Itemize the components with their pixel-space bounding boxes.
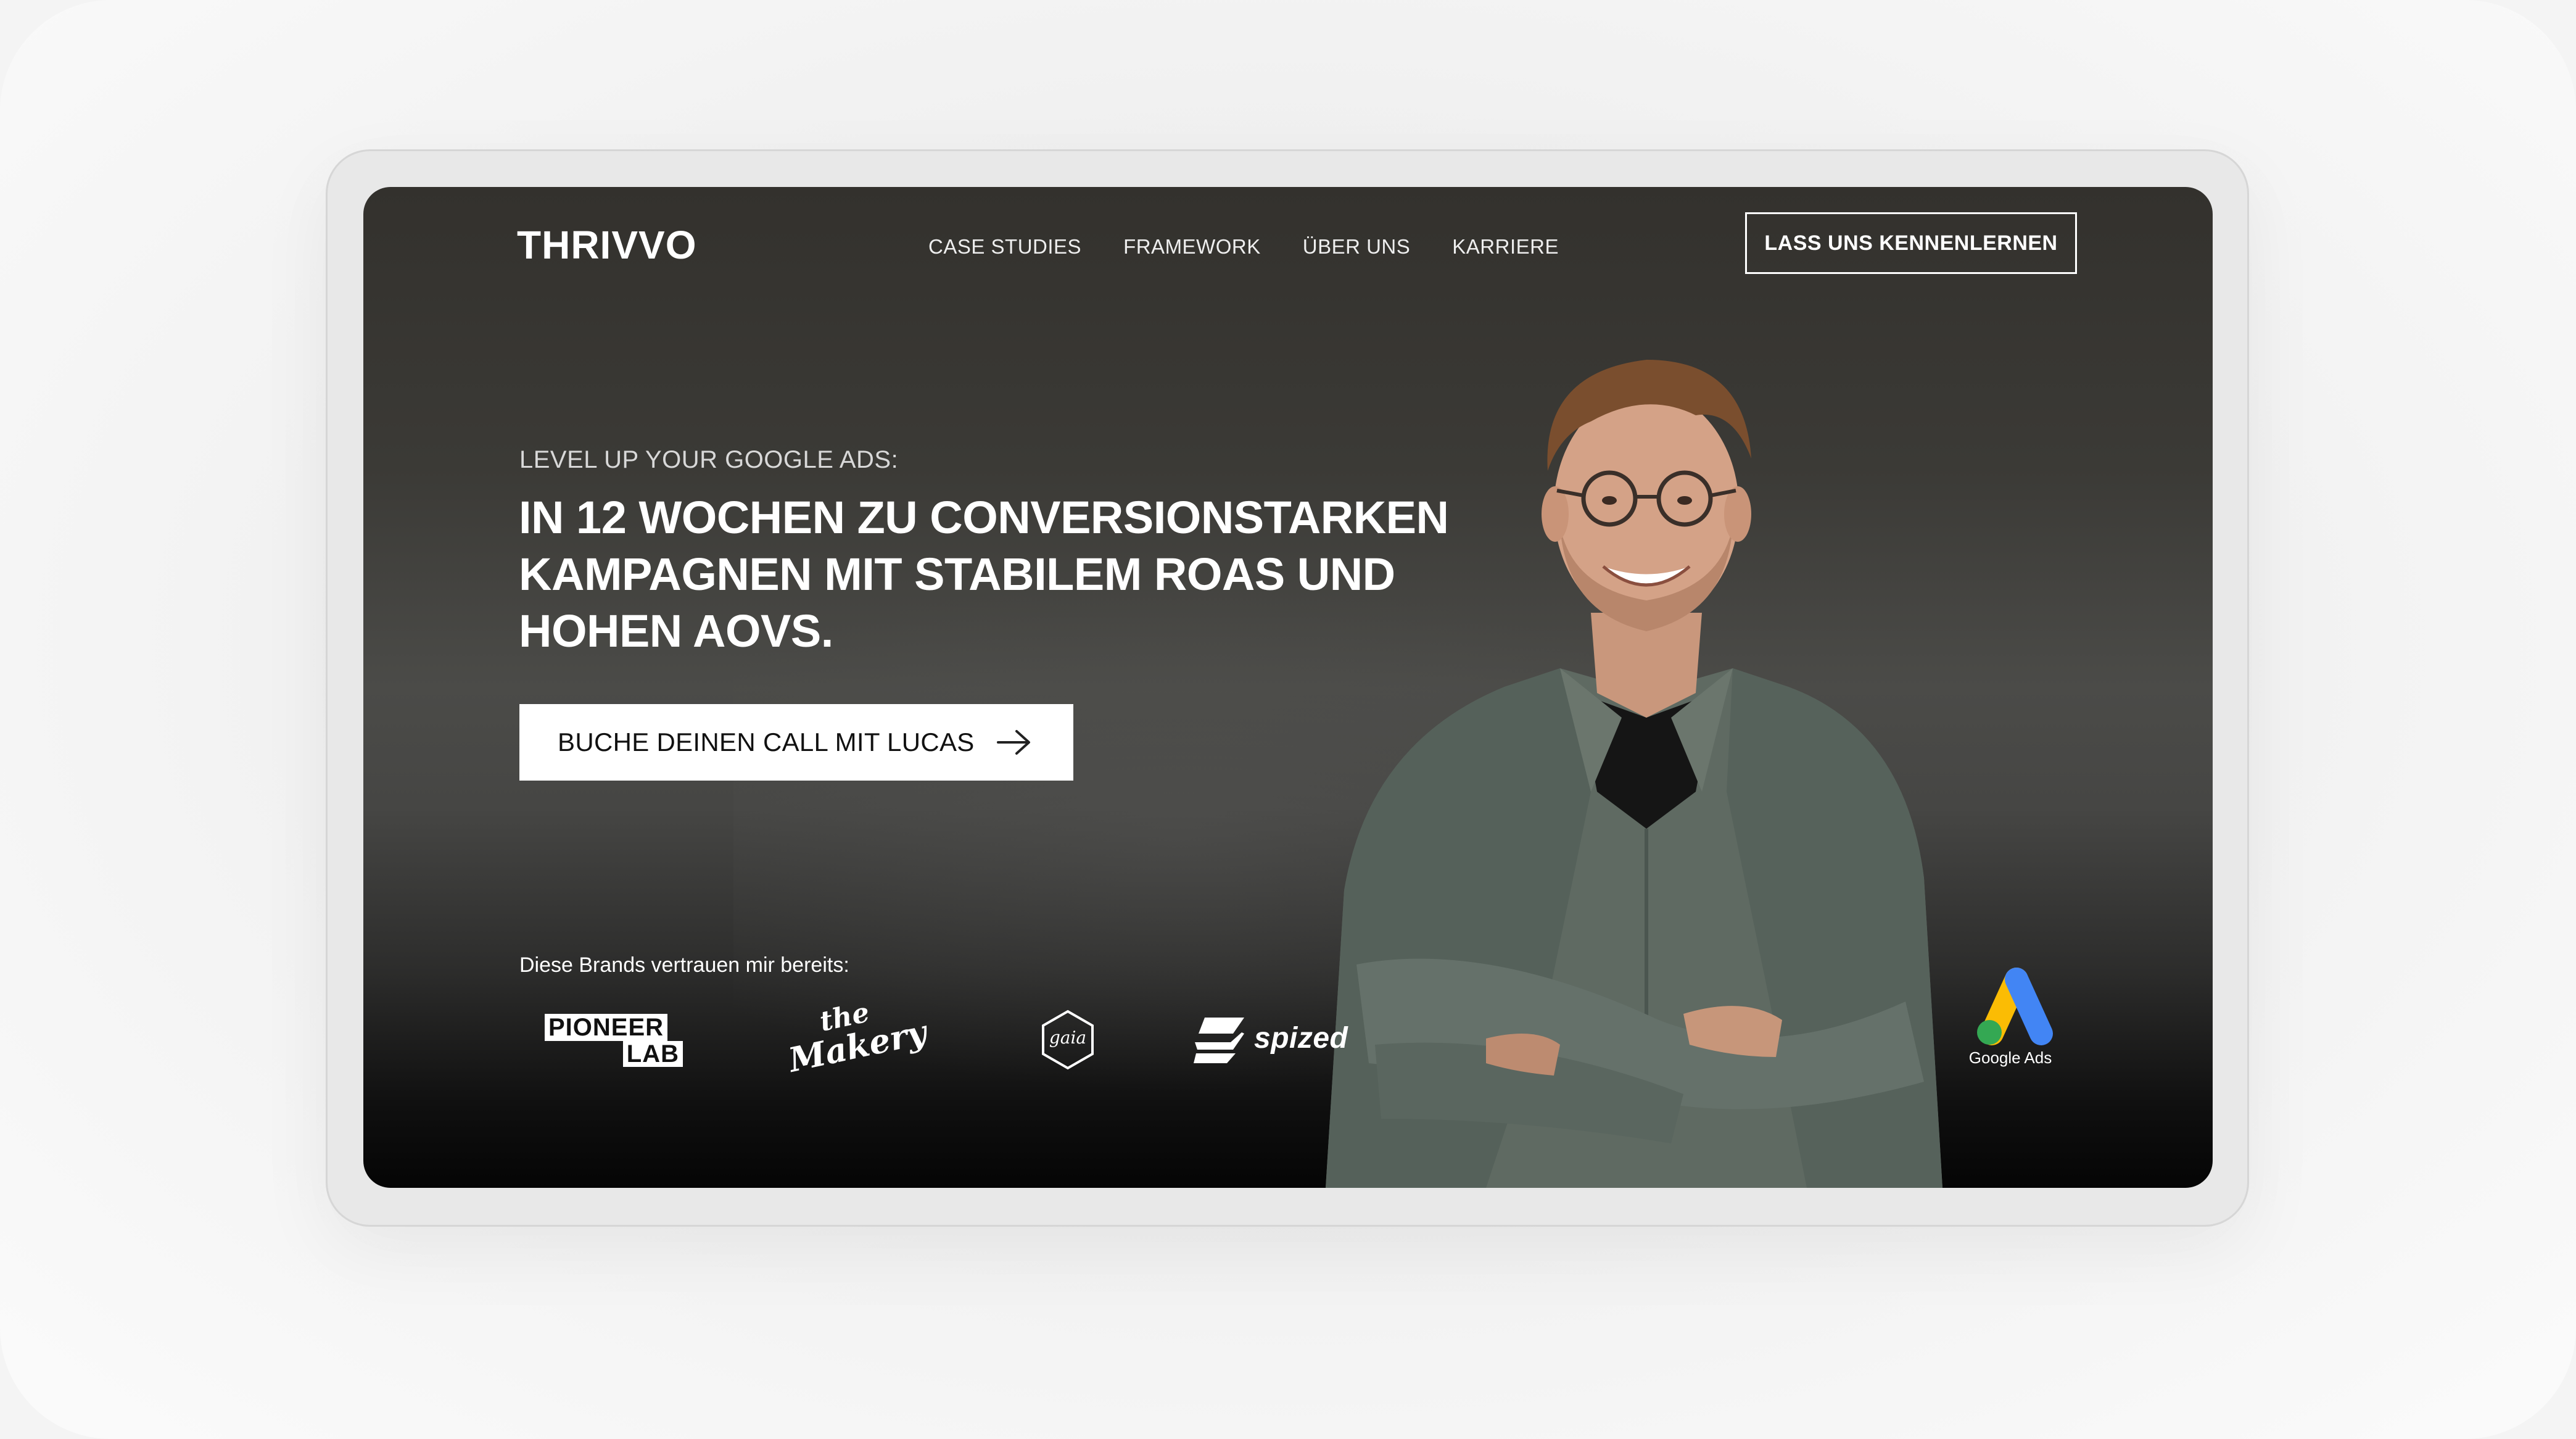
- contact-cta-button[interactable]: LASS UNS KENNENLERNEN: [1745, 212, 2077, 274]
- nav-item-case-studies[interactable]: CASE STUDIES: [928, 231, 1081, 262]
- nav-item-karriere[interactable]: KARRIERE: [1452, 231, 1559, 262]
- headline-line: KAMPAGNEN MIT STABILEM ROAS UND: [519, 549, 1395, 600]
- spized-logo: spized: [1192, 1015, 1359, 1064]
- book-call-label: BUCHE DEINEN CALL MIT LUCAS: [558, 728, 975, 757]
- spized-mark-icon: [1194, 1018, 1244, 1063]
- book-call-button[interactable]: BUCHE DEINEN CALL MIT LUCAS: [519, 704, 1073, 781]
- brands-label: Diese Brands vertrauen mir bereits:: [519, 953, 849, 977]
- nav-item-ueber-uns[interactable]: ÜBER UNS: [1303, 231, 1411, 262]
- pioneer-lab-logo: PIONEER LAB: [545, 1014, 683, 1068]
- google-ads-icon: [1977, 968, 2053, 1045]
- website-screen: THRIVVO CASE STUDIES FRAMEWORK ÜBER UNS …: [363, 187, 2213, 1188]
- person-photo: [1326, 360, 1942, 1188]
- arrow-right-icon: [997, 730, 1030, 755]
- main-nav: CASE STUDIES FRAMEWORK ÜBER UNS KARRIERE: [928, 231, 1601, 262]
- the-makery-logo: the Makery: [785, 997, 930, 1080]
- hero-headline: IN 12 WOCHEN ZU CONVERSIONSTARKEN KAMPAG…: [519, 489, 1449, 660]
- nav-item-framework[interactable]: FRAMEWORK: [1123, 231, 1261, 262]
- google-ads-badge: Google Ads: [1961, 966, 2060, 1077]
- headline-line: HOHEN AOVS.: [519, 605, 833, 657]
- site-logo[interactable]: THRIVVO: [517, 220, 696, 270]
- hero-eyebrow: LEVEL UP YOUR GOOGLE ADS:: [519, 446, 899, 473]
- headline-line: IN 12 WOCHEN ZU CONVERSIONSTARKEN: [519, 492, 1449, 543]
- gaia-logo: gaia: [1037, 1009, 1099, 1071]
- google-ads-label: Google Ads: [1968, 1048, 2052, 1067]
